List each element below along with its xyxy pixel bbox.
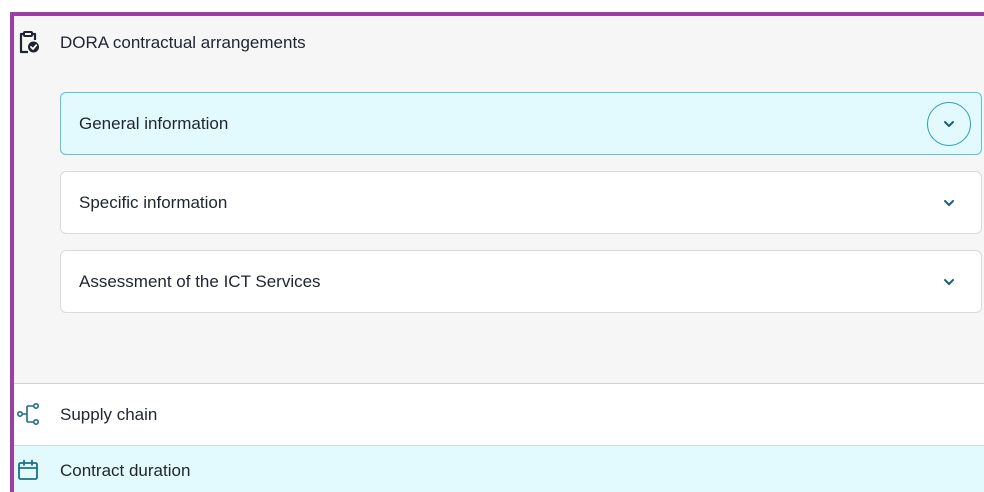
accordion-label: Specific information: [79, 193, 228, 212]
chevron-down-icon: [944, 121, 954, 127]
accordion-specific-information[interactable]: Specific information: [60, 171, 982, 234]
accordion-label: General information: [79, 114, 229, 133]
section-dora-contractual-arrangements: DORA contractual arrangements General in…: [14, 16, 984, 383]
clipboard-check-icon: [16, 30, 40, 54]
section-title-supply-chain: Supply chain: [60, 405, 158, 424]
expand-button-assessment-ict-services[interactable]: [927, 260, 971, 304]
section-supply-chain[interactable]: Supply chain: [14, 384, 984, 445]
accordion-label: Assessment of the ICT Services: [79, 272, 321, 291]
section-contract-duration[interactable]: Contract duration: [14, 446, 984, 492]
calendar-icon: [16, 458, 40, 482]
chevron-down-icon: [944, 279, 954, 285]
expand-button-general-information[interactable]: [927, 102, 971, 146]
expand-button-specific-information[interactable]: [927, 181, 971, 225]
focus-frame-left: [10, 12, 14, 492]
form-navigation-panel: DORA contractual arrangements General in…: [0, 0, 984, 492]
accordion-assessment-ict-services[interactable]: Assessment of the ICT Services: [60, 250, 982, 313]
section-title-dora: DORA contractual arrangements: [60, 33, 306, 52]
chevron-down-icon: [944, 200, 954, 206]
supply-chain-icon: [16, 402, 40, 426]
section-header-dora[interactable]: DORA contractual arrangements: [14, 16, 984, 68]
accordion-general-information[interactable]: General information: [60, 92, 982, 155]
section-title-contract-duration: Contract duration: [60, 461, 191, 480]
